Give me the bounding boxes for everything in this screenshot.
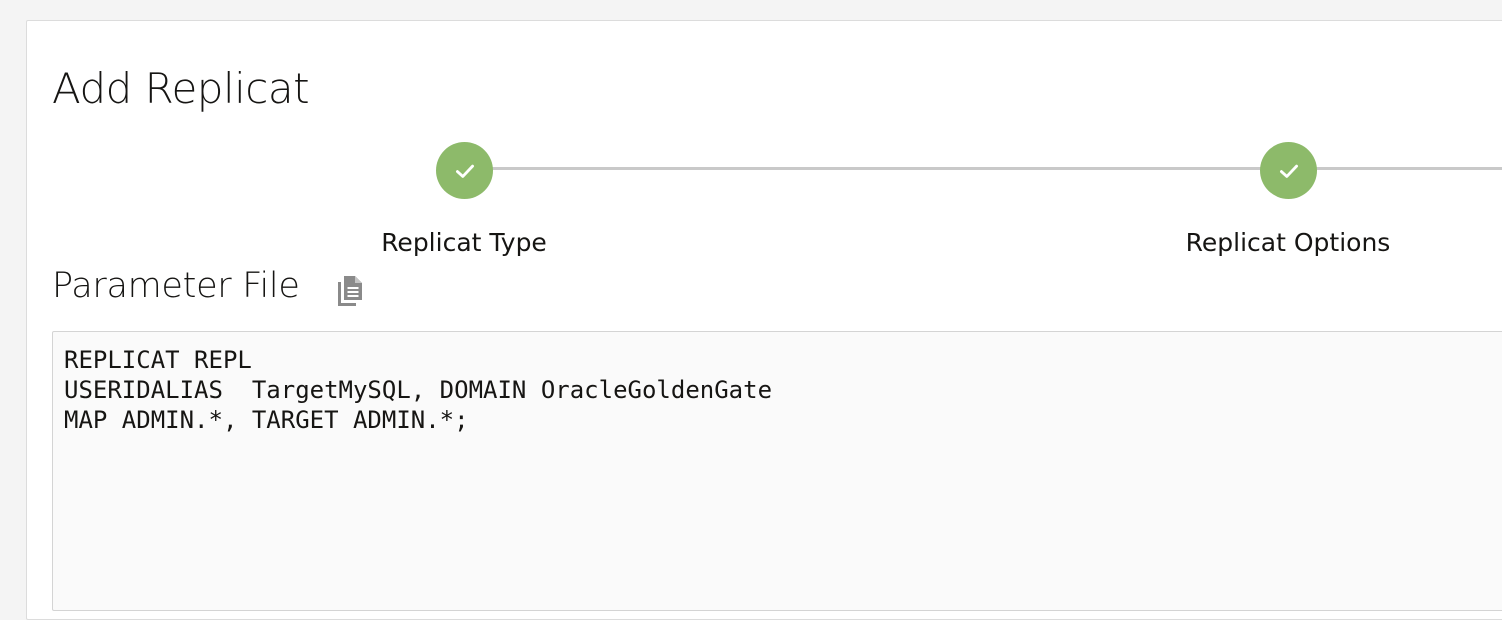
- step-label-replicat-options[interactable]: Replicat Options: [1186, 228, 1391, 257]
- checkmark-icon: [455, 164, 474, 178]
- checkmark-icon: [1279, 164, 1298, 178]
- step-replicat-type-button[interactable]: [436, 142, 493, 199]
- copy-parameter-file-button[interactable]: [334, 272, 366, 310]
- parameter-file-editor[interactable]: REPLICAT REPL USERIDALIAS TargetMySQL, D…: [52, 331, 1502, 611]
- step-label-replicat-type[interactable]: Replicat Type: [381, 228, 547, 257]
- page-title: Add Replicat: [52, 64, 310, 113]
- train-connector-line: [464, 167, 1502, 170]
- copy-document-icon: [338, 276, 362, 306]
- step-replicat-options-button[interactable]: [1260, 142, 1317, 199]
- parameter-file-title: Parameter File: [52, 266, 300, 306]
